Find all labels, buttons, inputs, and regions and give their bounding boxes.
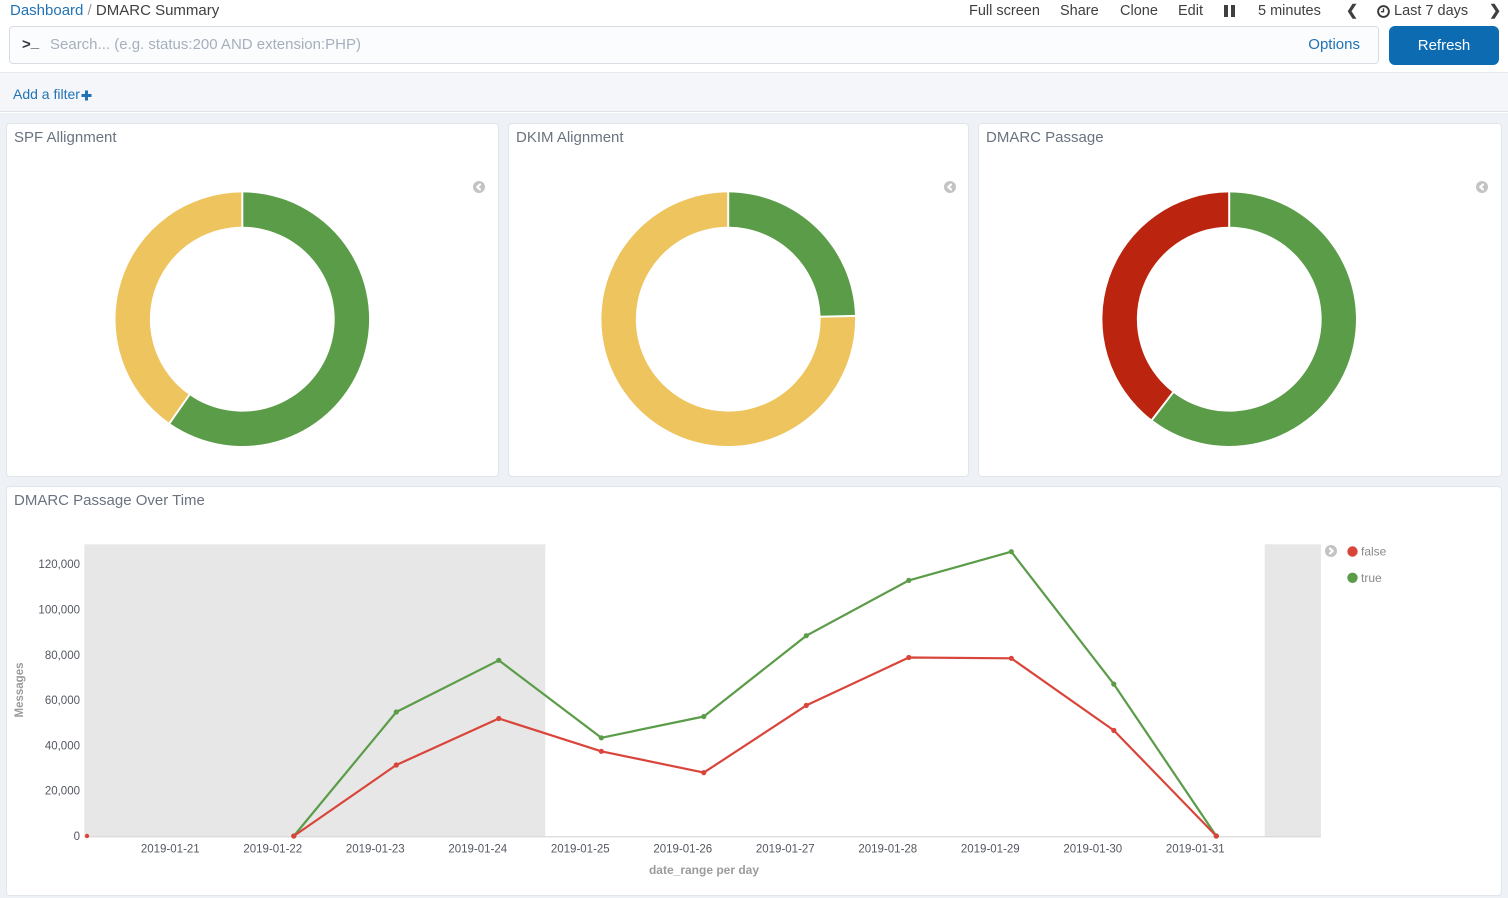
svg-text:2019-01-21: 2019-01-21 [141,844,200,856]
svg-text:Messages: Messages [14,663,26,718]
svg-text:2019-01-30: 2019-01-30 [1063,844,1122,856]
svg-text:2019-01-22: 2019-01-22 [243,844,302,856]
svg-text:2019-01-31: 2019-01-31 [1166,844,1225,856]
svg-text:60,000: 60,000 [45,695,80,707]
svg-text:2019-01-25: 2019-01-25 [551,844,610,856]
svg-text:100,000: 100,000 [38,605,80,617]
svg-text:2019-01-24: 2019-01-24 [448,844,507,856]
svg-text:2019-01-23: 2019-01-23 [346,844,405,856]
svg-text:0: 0 [74,831,80,843]
svg-text:80,000: 80,000 [45,650,80,662]
svg-text:2019-01-29: 2019-01-29 [961,844,1020,856]
svg-text:false: false [1361,545,1387,559]
svg-text:20,000: 20,000 [45,786,80,798]
svg-text:true: true [1361,571,1382,585]
svg-text:2019-01-27: 2019-01-27 [756,844,815,856]
svg-text:2019-01-26: 2019-01-26 [653,844,712,856]
svg-text:120,000: 120,000 [38,559,80,571]
svg-text:40,000: 40,000 [45,740,80,752]
svg-text:date_range per day: date_range per day [649,863,759,877]
svg-text:2019-01-28: 2019-01-28 [858,844,917,856]
